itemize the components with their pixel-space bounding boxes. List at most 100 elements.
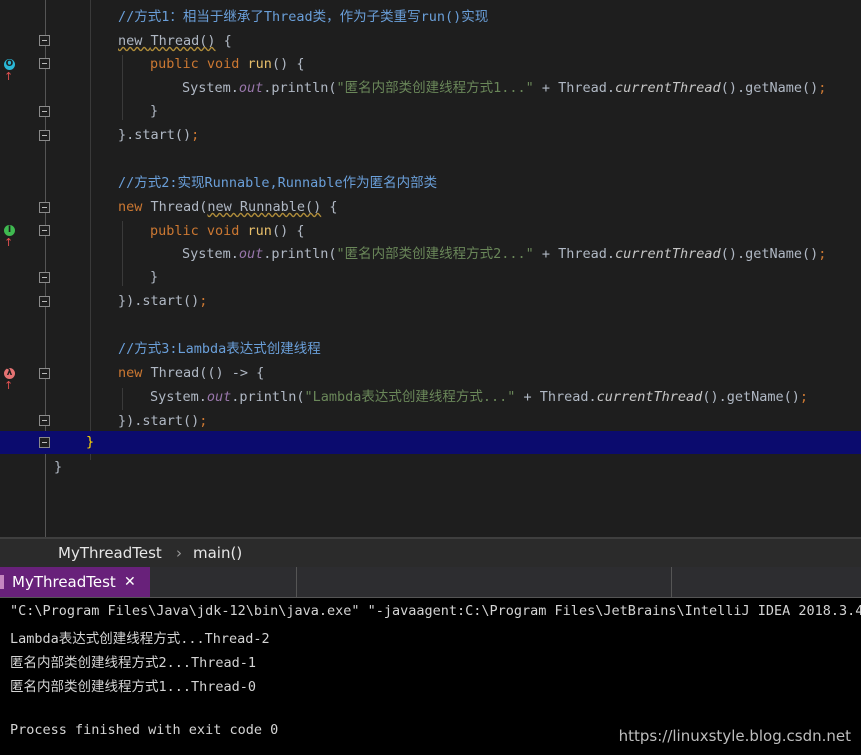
code-token: System. <box>182 246 239 262</box>
console-line: "C:\Program Files\Java\jdk-12\bin\java.e… <box>10 603 861 619</box>
code-text: public void run() { <box>150 220 304 243</box>
code-token: void <box>206 56 248 72</box>
code-token: new <box>118 365 151 381</box>
code-line[interactable]: }).start(); <box>0 410 861 433</box>
run-config-icon <box>0 575 4 589</box>
code-line[interactable]: System.out.println("Lambda表达式创建线程方式..." … <box>0 386 861 409</box>
code-line[interactable]: new Thread(new Runnable() { <box>0 196 861 219</box>
code-token: out <box>238 246 264 262</box>
code-token: //方式2:实现Runnable,Runnable作为匿名内部类 <box>118 175 438 191</box>
console-line: 匿名内部类创建线程方式1...Thread-0 <box>10 679 257 695</box>
code-line[interactable]: System.out.println("匿名内部类创建线程方式2..." + T… <box>0 243 861 266</box>
console-line: Process finished with exit code 0 <box>10 722 279 738</box>
code-line[interactable]: } <box>0 266 861 289</box>
code-token: } <box>54 459 63 475</box>
code-line[interactable]: //方式3:Lambda表达式创建线程 <box>0 338 861 361</box>
fold-toggle[interactable] <box>39 225 50 236</box>
fold-toggle[interactable] <box>39 296 50 307</box>
code-token: () { <box>271 223 305 239</box>
override-gutter-icon[interactable]: O↑ <box>4 56 22 83</box>
code-token: new <box>118 199 151 215</box>
code-text: new Thread() { <box>118 30 232 53</box>
code-token: new <box>118 33 151 49</box>
code-line[interactable]: new Thread(() -> { <box>0 362 861 385</box>
code-text: //方式1：相当于继承了Thread类，作为子类重写run()实现 <box>118 6 488 29</box>
fold-toggle[interactable] <box>39 272 50 283</box>
code-token: () { <box>271 56 305 72</box>
code-line[interactable]: public void run() { <box>0 53 861 76</box>
code-token: ; <box>199 413 208 429</box>
run-tab-label: MyThreadTest <box>12 573 116 591</box>
close-icon[interactable]: ✕ <box>124 567 136 597</box>
implements-gutter-icon[interactable]: I↑ <box>4 222 22 249</box>
fold-toggle[interactable] <box>39 202 50 213</box>
code-text: public void run() { <box>150 53 304 76</box>
code-token: run <box>247 56 272 72</box>
code-line[interactable]: System.out.println("匿名内部类创建线程方式1..." + T… <box>0 77 861 100</box>
code-token: Thread(() -> { <box>150 365 265 381</box>
code-token: System. <box>182 80 239 96</box>
code-text: new Thread(new Runnable() { <box>118 196 337 219</box>
code-token: System. <box>150 389 207 405</box>
code-line[interactable] <box>0 314 861 337</box>
watermark: https://linuxstyle.blog.csdn.net <box>618 727 851 745</box>
code-line[interactable]: } <box>0 456 861 479</box>
tab-divider <box>296 567 297 597</box>
code-line[interactable]: //方式1：相当于继承了Thread类，作为子类重写run()实现 <box>0 6 861 29</box>
arrow-up-icon: ↑ <box>4 70 14 83</box>
code-line[interactable]: } <box>0 100 861 123</box>
breadcrumb-class[interactable]: MyThreadTest <box>58 544 162 562</box>
code-line[interactable]: //方式2:实现Runnable,Runnable作为匿名内部类 <box>0 172 861 195</box>
code-token: ().getName() <box>720 80 819 96</box>
fold-toggle[interactable] <box>39 106 50 117</box>
code-text: System.out.println("Lambda表达式创建线程方式..." … <box>150 386 808 409</box>
code-text: System.out.println("匿名内部类创建线程方式1..." + T… <box>182 77 826 100</box>
code-token: }).start() <box>118 293 200 309</box>
fold-toggle[interactable] <box>39 368 50 379</box>
code-editor[interactable]: //方式1：相当于继承了Thread类，作为子类重写run()实现 new Thr… <box>0 0 861 537</box>
code-token: ; <box>818 246 827 262</box>
code-line[interactable]: }).start(); <box>0 290 861 313</box>
code-text: } <box>86 431 94 454</box>
console-output[interactable]: "C:\Program Files\Java\jdk-12\bin\java.e… <box>0 598 861 755</box>
arrow-up-icon: ↑ <box>4 236 14 249</box>
code-text: } <box>54 456 62 479</box>
code-line[interactable] <box>0 148 861 171</box>
code-token: ; <box>199 293 208 309</box>
breadcrumb-method[interactable]: main() <box>193 544 242 562</box>
code-token: public <box>150 223 207 239</box>
code-token: } <box>150 103 159 119</box>
console-line: Lambda表达式创建线程方式...Thread-2 <box>10 631 270 647</box>
implement-icon: I <box>4 225 15 236</box>
code-text: }.start(); <box>118 124 199 147</box>
code-token: run <box>247 223 272 239</box>
code-token: + Thread. <box>515 389 597 405</box>
console-line: 匿名内部类创建线程方式2...Thread-1 <box>10 655 257 671</box>
breadcrumb: MyThreadTest › main() <box>0 537 861 567</box>
code-token: "匿名内部类创建线程方式2..." <box>336 246 534 262</box>
code-token: currentThread <box>615 80 721 96</box>
code-text: }).start(); <box>118 290 207 313</box>
code-line[interactable]: public void run() { <box>0 220 861 243</box>
lambda-gutter-icon[interactable]: λ↑ <box>4 365 22 392</box>
code-token: new Runnable() <box>207 199 322 215</box>
code-line[interactable]: }.start(); <box>0 124 861 147</box>
fold-toggle[interactable] <box>39 35 50 46</box>
code-token: Thread( <box>150 199 208 215</box>
fold-toggle[interactable] <box>39 437 50 448</box>
code-token: .println( <box>263 246 337 262</box>
code-token: void <box>206 223 248 239</box>
current-line[interactable]: } <box>0 431 861 454</box>
code-line[interactable]: new Thread() { <box>0 30 861 53</box>
code-token: }).start() <box>118 413 200 429</box>
code-token: currentThread <box>615 246 721 262</box>
code-token: { <box>321 199 338 215</box>
code-token: + Thread. <box>533 80 616 96</box>
fold-toggle[interactable] <box>39 58 50 69</box>
code-text: //方式2:实现Runnable,Runnable作为匿名内部类 <box>118 172 437 195</box>
code-text: } <box>150 266 158 289</box>
fold-toggle[interactable] <box>39 415 50 426</box>
fold-toggle[interactable] <box>39 130 50 141</box>
code-token: }.start() <box>118 127 192 143</box>
run-tab[interactable]: MyThreadTest ✕ <box>0 567 150 597</box>
